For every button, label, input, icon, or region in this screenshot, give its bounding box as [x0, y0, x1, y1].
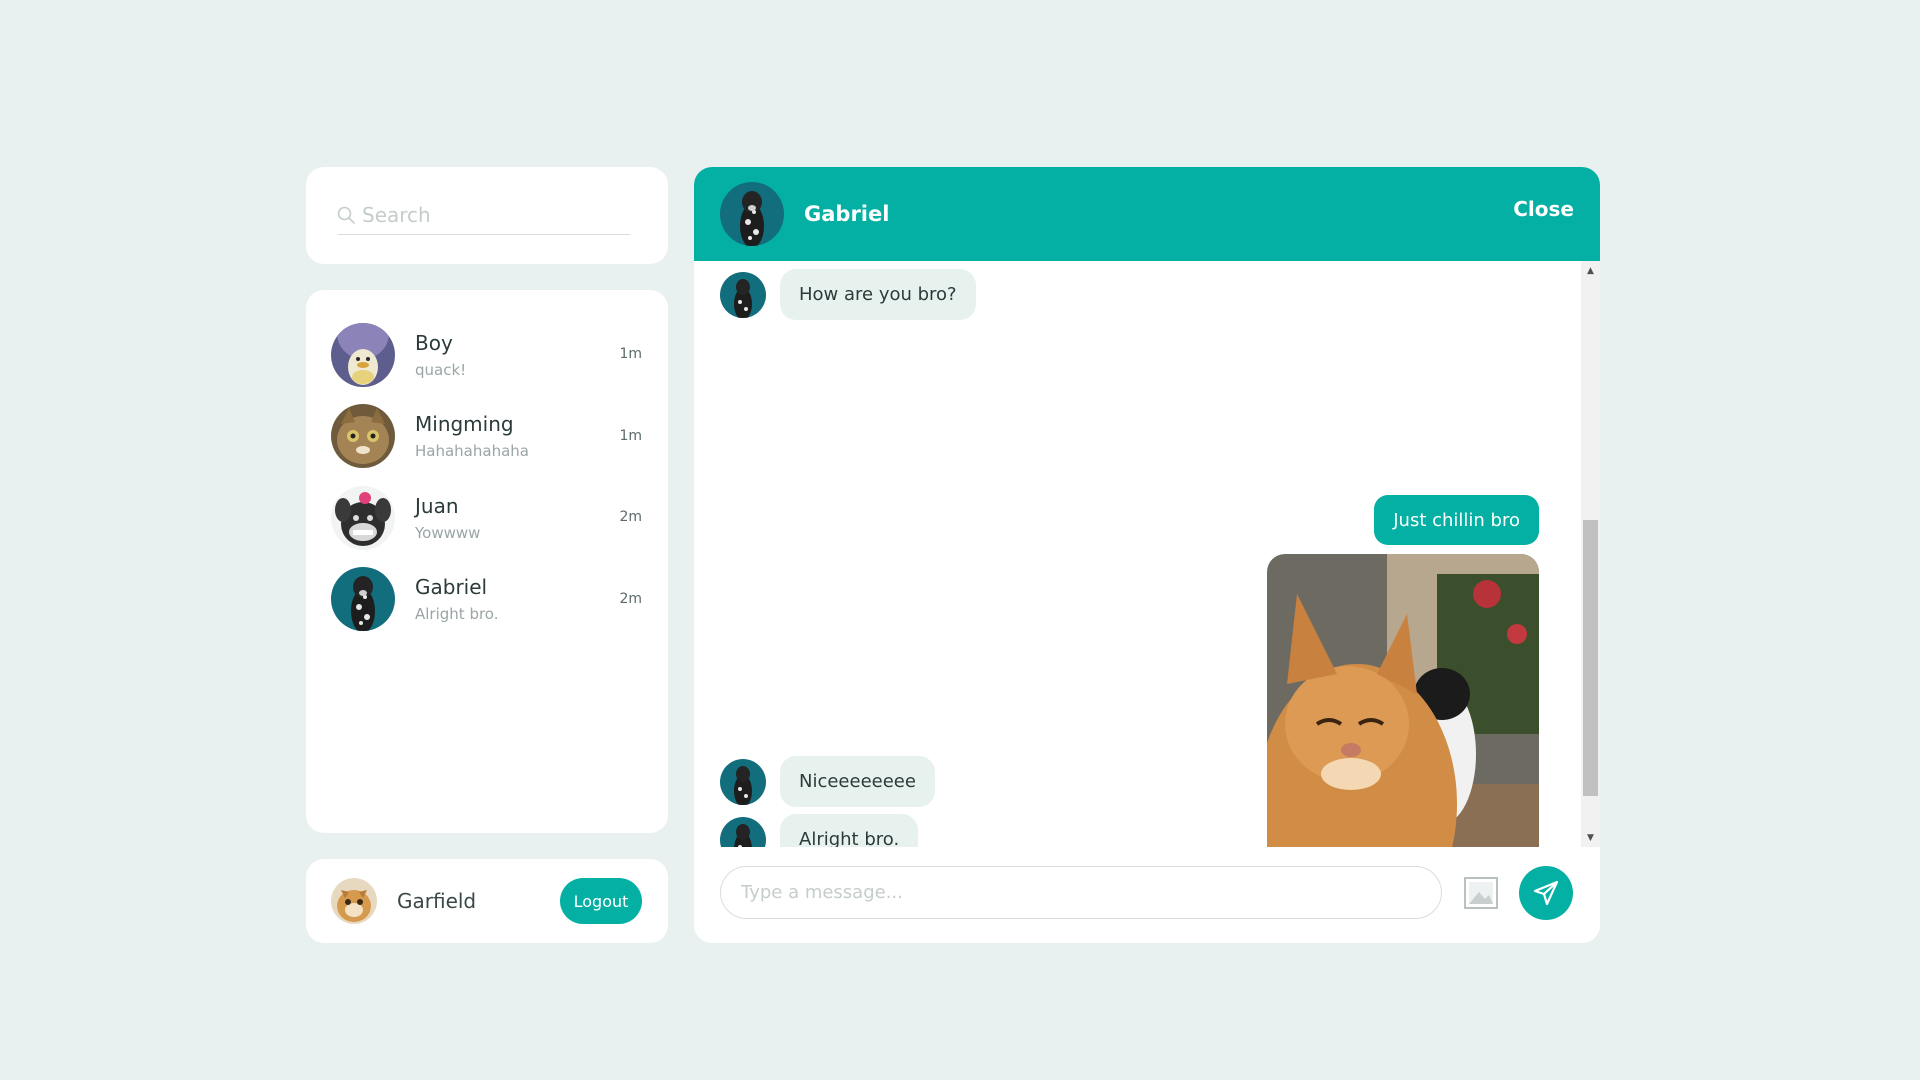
image-icon	[1464, 877, 1498, 909]
search-card	[306, 167, 668, 264]
contact-name: Mingming	[415, 412, 514, 437]
message-incoming: How are you bro?	[720, 269, 976, 320]
contact-name: Gabriel	[415, 575, 488, 600]
contact-list: Boy quack! 1m Mingming Hahahahahaha 1m J…	[306, 290, 668, 833]
search-input[interactable]	[362, 202, 612, 227]
contact-time: 1m	[619, 346, 642, 362]
message-incoming: Niceeeeeeee	[720, 756, 935, 807]
current-user-card: Garfield Logout	[306, 859, 668, 943]
contact-preview: Yowwww	[415, 523, 481, 542]
message-input[interactable]	[720, 866, 1442, 919]
search-field[interactable]	[337, 195, 630, 235]
chat-title: Gabriel	[804, 202, 890, 226]
message-scrollbar[interactable]: ▲ ▼	[1581, 261, 1600, 847]
avatar	[331, 567, 395, 632]
current-user-name: Garfield	[397, 889, 477, 913]
message-list: How are you bro? Just chillin bro Niceee…	[694, 261, 1600, 943]
contact-preview: quack!	[415, 360, 467, 379]
contact-item-boy[interactable]: Boy quack! 1m	[306, 314, 668, 396]
contact-name: Boy	[415, 330, 453, 355]
message-avatar	[720, 271, 766, 318]
message-bubble: How are you bro?	[780, 269, 976, 320]
contact-item-mingming[interactable]: Mingming Hahahahahaha 1m	[306, 396, 668, 478]
logout-button[interactable]: Logout	[560, 878, 642, 924]
avatar	[331, 485, 395, 550]
attach-image-button[interactable]	[1463, 875, 1499, 911]
contact-time: 2m	[619, 590, 642, 607]
chat-panel: Gabriel Close How are you bro? Just chil…	[694, 167, 1600, 943]
send-button[interactable]	[1519, 866, 1573, 920]
chat-header: Gabriel Close	[694, 167, 1600, 261]
contact-preview: Hahahahahaha	[415, 442, 529, 461]
contact-name: Juan	[415, 493, 459, 518]
contact-time: 1m	[619, 427, 642, 444]
send-icon	[1533, 880, 1559, 906]
contact-time: 2m	[619, 509, 642, 525]
avatar	[331, 404, 395, 469]
message-outgoing: Just chillin bro	[1374, 495, 1539, 545]
contact-item-juan[interactable]: Juan Yowwww 2m	[306, 477, 668, 559]
message-composer	[694, 847, 1600, 943]
current-user-avatar	[331, 878, 377, 924]
avatar	[331, 322, 395, 387]
search-icon	[337, 206, 355, 224]
scroll-down-arrow-icon[interactable]: ▼	[1581, 828, 1600, 847]
contact-item-gabriel[interactable]: Gabriel Alright bro. 2m	[306, 559, 668, 641]
chat-partner-avatar	[720, 182, 784, 246]
scroll-thumb[interactable]	[1583, 520, 1598, 796]
scroll-up-arrow-icon[interactable]: ▲	[1581, 261, 1600, 280]
close-button[interactable]: Close	[1513, 197, 1574, 221]
contact-preview: Alright bro.	[415, 605, 499, 624]
message-bubble: Niceeeeeeee	[780, 756, 935, 807]
message-avatar	[720, 758, 766, 805]
